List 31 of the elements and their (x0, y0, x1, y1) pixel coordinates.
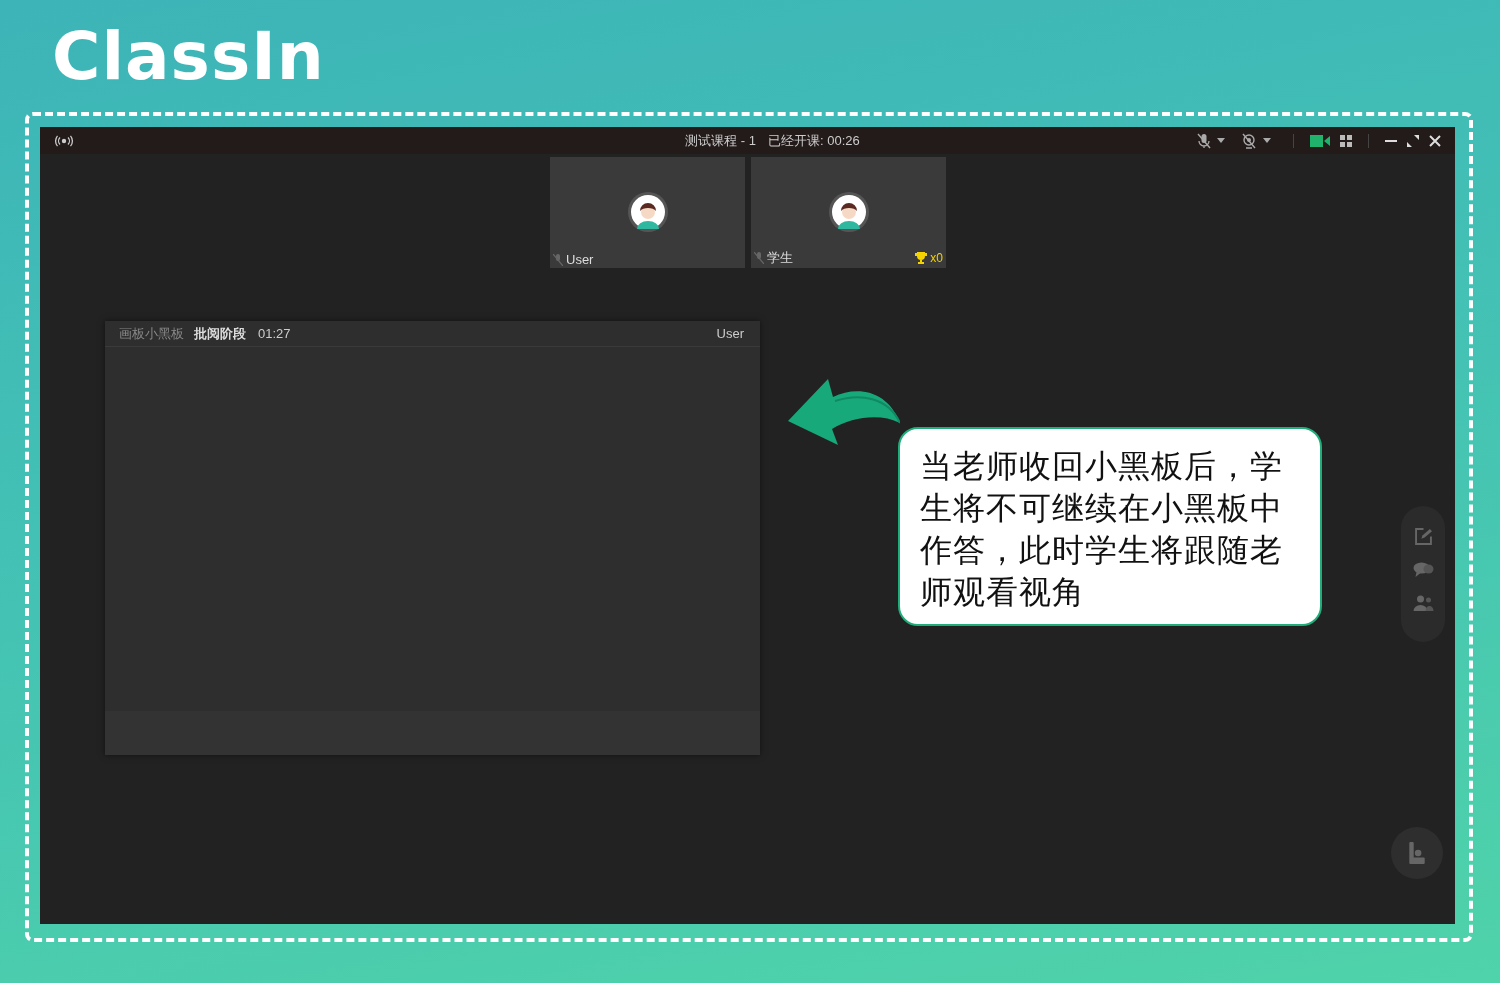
window-title: 测试课程 - 1 (685, 131, 756, 150)
blackboard-label: 画板小黑板 (119, 324, 184, 343)
trophy-icon (915, 252, 928, 264)
participant-name: User (566, 252, 594, 267)
muted-microphone-icon (553, 253, 563, 266)
restore-icon[interactable] (1407, 134, 1419, 147)
callout-text: 当老师收回小黑板后，学生将不可继续在小黑板中作答，此时学生将跟随老师观看视角 (920, 446, 1284, 613)
owner-name: User (716, 326, 744, 341)
elapsed-time: 已经开课: 00:26 (768, 131, 860, 150)
caret-icon[interactable] (1263, 138, 1271, 143)
stage-label: 批阅阶段 (194, 324, 246, 343)
avatar-icon (828, 192, 869, 232)
seat-button[interactable] (1391, 827, 1443, 879)
edit-icon[interactable] (1414, 528, 1432, 545)
video-camera-icon[interactable] (1310, 134, 1330, 147)
avatar-icon (627, 192, 668, 232)
close-icon[interactable] (1429, 134, 1441, 147)
broadcast-icon[interactable] (54, 134, 74, 147)
muted-microphone-icon (754, 252, 764, 264)
camera-off-icon[interactable] (1241, 132, 1257, 149)
participant-name: 学生 (767, 249, 793, 267)
muted-microphone-icon[interactable] (1197, 132, 1211, 149)
trophy-count: x0 (930, 251, 943, 265)
minimize-icon[interactable] (1385, 139, 1397, 142)
seat-icon (1409, 842, 1425, 864)
people-icon[interactable] (1412, 595, 1434, 611)
logo: ClassIn (52, 22, 325, 92)
caret-icon[interactable] (1217, 138, 1225, 143)
chat-icon[interactable] (1412, 562, 1434, 578)
timer: 01:27 (258, 326, 291, 341)
grid-icon[interactable] (1340, 134, 1352, 147)
